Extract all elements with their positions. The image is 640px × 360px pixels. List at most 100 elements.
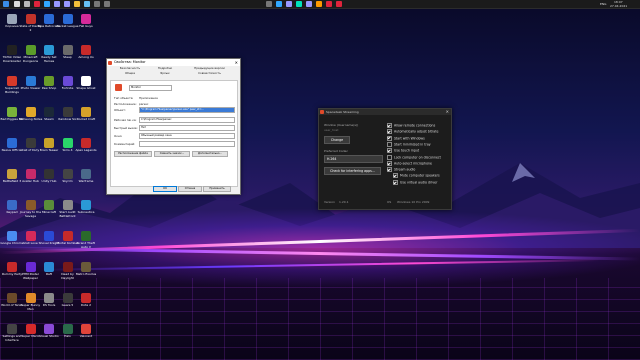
app-icon <box>25 293 36 303</box>
start-icon[interactable] <box>3 1 9 7</box>
app-icon <box>44 200 54 210</box>
app-icon <box>7 293 17 303</box>
desktop-icon[interactable]: Among Us <box>76 43 96 65</box>
tab-compatibility[interactable]: Совместимость <box>182 71 237 75</box>
app-icon[interactable] <box>266 1 272 7</box>
desktop-icon[interactable]: Subnautica <box>76 198 96 220</box>
option-label: Allow remote connections <box>394 123 436 128</box>
checkbox-icon[interactable] <box>387 167 392 173</box>
option-checkbox[interactable]: Start with Windows <box>387 135 425 141</box>
window-select[interactable]: Обычный размер окна <box>139 133 235 139</box>
option-checkbox[interactable]: Automatically adjust bitrate <box>387 129 438 135</box>
desktop-icon-label: Warframe <box>78 180 94 183</box>
explorer-icon[interactable] <box>74 1 80 7</box>
app-icon[interactable] <box>104 1 110 7</box>
app-name-field[interactable]: Monitor <box>129 85 172 91</box>
cancel-button[interactable]: Отмена <box>178 186 202 192</box>
workdir-field[interactable]: C:\Program Files\parsec <box>139 117 235 123</box>
hotkey-field[interactable]: Нет <box>139 125 235 131</box>
desktop-icon[interactable]: Apex Legends <box>75 136 97 158</box>
option-checkbox[interactable]: Start minimized in tray <box>387 141 431 147</box>
checkbox-icon[interactable] <box>393 179 398 185</box>
app-icon <box>44 324 54 334</box>
tab-general[interactable]: Общие <box>110 71 150 75</box>
check-interfering-apps-button[interactable]: Check for interfering apps... <box>324 167 381 175</box>
option-checkbox[interactable]: Allow remote connections <box>387 123 435 128</box>
app-icon <box>320 110 324 114</box>
premiere-icon[interactable] <box>286 1 292 7</box>
apply-button[interactable]: Применить <box>203 186 231 192</box>
desktop-icon-label: Metro Exodus <box>75 273 97 276</box>
tab-details[interactable]: Подробно <box>150 66 180 70</box>
desktop-icon[interactable]: Valorant <box>76 322 96 344</box>
option-label: Start minimized in tray <box>394 142 431 147</box>
premiere-icon[interactable] <box>54 1 60 7</box>
desktop-icon[interactable]: Rocket Craft <box>76 105 96 127</box>
desktop-icon-label: Grand Theft Auto V <box>77 242 95 249</box>
os-value: Windows 10 Pro 2009 <box>397 200 430 204</box>
app-icon <box>44 231 54 241</box>
tray-date[interactable]: 27.04.2021 <box>610 4 627 8</box>
opera-icon[interactable] <box>336 1 342 7</box>
checkbox-icon[interactable] <box>387 135 392 141</box>
desktop-icon[interactable]: Dota 2 <box>76 291 96 313</box>
task-view-icon[interactable] <box>24 1 30 7</box>
checkbox-icon[interactable] <box>387 141 392 147</box>
search-icon[interactable] <box>14 1 20 7</box>
opera-icon[interactable] <box>34 1 40 7</box>
option-checkbox[interactable]: Use touch input <box>387 148 419 154</box>
checkbox-icon[interactable] <box>387 154 392 160</box>
app-icon <box>81 45 91 55</box>
app-icon <box>81 231 91 241</box>
desktop-icon[interactable]: Warframe <box>76 167 96 189</box>
photoshop-icon[interactable] <box>276 1 282 7</box>
audition-icon[interactable] <box>296 1 302 7</box>
app-icon <box>44 138 54 148</box>
comment-field[interactable] <box>139 141 235 147</box>
tab-previous-versions[interactable]: Предыдущие версии <box>182 66 237 70</box>
option-label: Start with Windows <box>394 136 425 141</box>
dialog-titlebar[interactable]: Свойства: Monitor ✕ <box>107 59 240 66</box>
app-icon <box>25 14 36 24</box>
desktop-icon-label: Subnautica <box>77 211 95 214</box>
tray-lang[interactable]: ENG <box>600 2 606 6</box>
option-checkbox[interactable]: Use virtual audio driver <box>393 179 437 185</box>
codec-select[interactable]: H.264 <box>324 155 383 163</box>
dialog-body: Monitor Тип объекта: Приложение Располож… <box>110 80 238 187</box>
option-checkbox[interactable]: Mute computer speakers <box>393 173 440 179</box>
change-button[interactable]: Change <box>324 136 350 144</box>
app-icon[interactable] <box>94 1 100 7</box>
option-checkbox[interactable]: Stream audio <box>387 167 415 173</box>
checkbox-icon[interactable] <box>393 173 398 179</box>
desktop-icon[interactable]: Fall Guys <box>76 12 96 34</box>
after-effects-icon[interactable] <box>306 1 312 7</box>
ok-button[interactable]: ОК <box>153 186 177 192</box>
open-file-location-button[interactable]: Расположение файла <box>114 151 152 157</box>
close-icon[interactable]: ✕ <box>235 59 238 66</box>
steam-icon[interactable] <box>84 1 90 7</box>
checkbox-icon[interactable] <box>387 129 392 135</box>
checkbox-icon[interactable] <box>387 123 392 128</box>
tab-security[interactable]: Безопасность <box>110 66 150 70</box>
desktop-icon[interactable]: Grand Theft Auto V <box>76 229 96 251</box>
checkbox-icon[interactable] <box>387 160 392 166</box>
change-icon-button[interactable]: Сменить значок... <box>154 151 190 157</box>
stream-title: Spacedesk Streaming <box>326 110 359 114</box>
close-icon[interactable]: ✕ <box>446 109 449 115</box>
window-value: user_host <box>324 128 339 132</box>
app-icon <box>62 45 73 55</box>
photoshop-icon[interactable] <box>44 1 50 7</box>
after-effects-icon[interactable] <box>64 1 70 7</box>
stream-titlebar[interactable]: Spacedesk Streaming ✕ <box>319 109 451 115</box>
advanced-button[interactable]: Дополнительно... <box>192 151 228 157</box>
option-checkbox[interactable]: Auto-select microphone <box>387 160 432 166</box>
desktop-icon[interactable]: Shape Ghost <box>76 74 96 96</box>
app-icon <box>81 138 91 148</box>
adobe-icon[interactable] <box>326 1 332 7</box>
object-field[interactable]: "C:\Program Files\parsec\parsec.exe" pee… <box>139 107 235 113</box>
tab-shortcut[interactable]: Ярлык <box>150 71 180 75</box>
option-checkbox[interactable]: Lock computer on disconnect <box>387 154 441 160</box>
illustrator-icon[interactable] <box>316 1 322 7</box>
checkbox-icon[interactable] <box>387 148 392 154</box>
desktop-icon[interactable]: Metro Exodus <box>76 260 96 282</box>
